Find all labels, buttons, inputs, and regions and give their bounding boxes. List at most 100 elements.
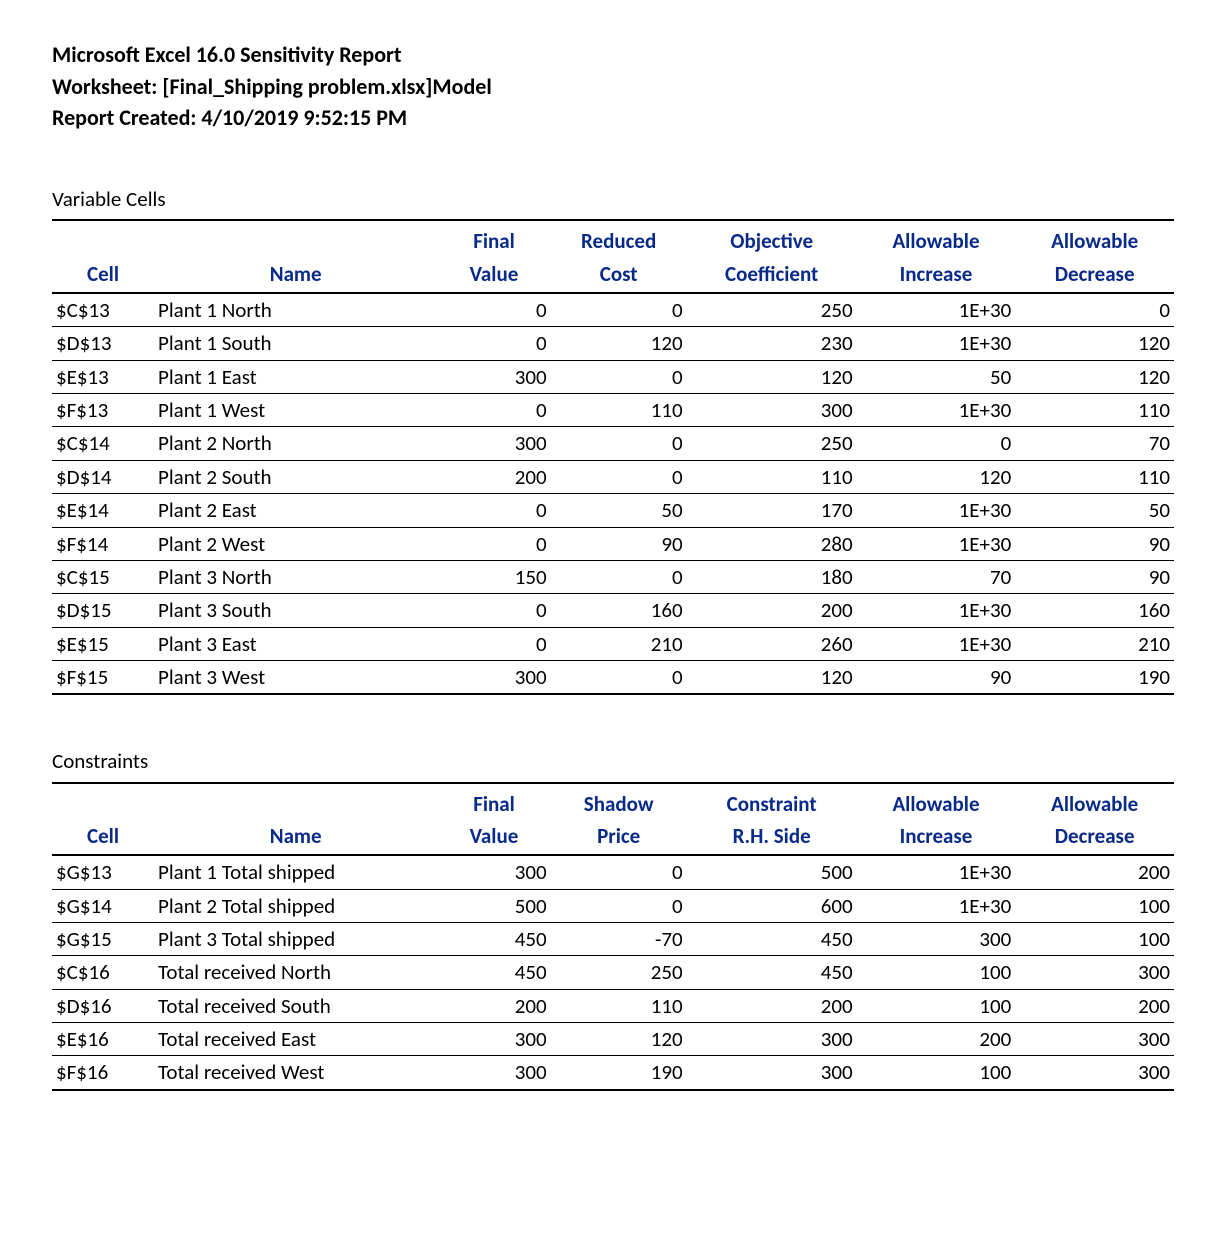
final-value: 500 [437,889,550,922]
name: Plant 3 West [154,660,437,694]
name: Total received East [154,1022,437,1055]
second-value: 120 [551,1022,687,1055]
second-value: 0 [551,460,687,493]
name: Plant 3 East [154,627,437,660]
third-value: 600 [687,889,857,922]
cell: $F$14 [52,527,154,560]
cell: $C$13 [52,293,154,327]
table-row: $E$14Plant 2 East0501701E+3050 [52,494,1174,527]
cell: $F$13 [52,394,154,427]
third-value: 170 [687,494,857,527]
col-header-objective: Objective [687,220,857,257]
constraints-table: Final Shadow Constraint Allowable Allowa… [52,782,1174,1091]
col-header-price: Price [551,820,687,855]
final-value: 450 [437,922,550,955]
section-title-constraints: Constraints [52,747,1174,775]
col-header-cell: Cell [52,258,154,293]
allowable-increase: 50 [857,360,1016,393]
allowable-increase: 1E+30 [857,594,1016,627]
name: Plant 2 Total shipped [154,889,437,922]
final-value: 300 [437,1056,550,1090]
col-header-rhside: R.H. Side [687,820,857,855]
table-row: $C$15Plant 3 North15001807090 [52,560,1174,593]
allowable-increase: 100 [857,1056,1016,1090]
table-row: $C$13Plant 1 North002501E+300 [52,293,1174,327]
table-row: $E$16Total received East300120300200300 [52,1022,1174,1055]
name: Plant 1 West [154,394,437,427]
allowable-increase: 100 [857,956,1016,989]
col-header-cost: Cost [551,258,687,293]
name: Total received South [154,989,437,1022]
final-value: 200 [437,460,550,493]
cell: $E$15 [52,627,154,660]
name: Plant 2 West [154,527,437,560]
allowable-decrease: 300 [1015,1022,1174,1055]
col-header-blank [154,220,437,257]
table-row: $G$15Plant 3 Total shipped450-7045030010… [52,922,1174,955]
allowable-increase: 1E+30 [857,394,1016,427]
cell: $D$16 [52,989,154,1022]
name: Plant 3 Total shipped [154,922,437,955]
third-value: 280 [687,527,857,560]
col-header-allowable-inc: Allowable [857,220,1016,257]
final-value: 0 [437,527,550,560]
cell: $G$15 [52,922,154,955]
table-row: $E$13Plant 1 East300012050120 [52,360,1174,393]
cell: $C$15 [52,560,154,593]
third-value: 200 [687,594,857,627]
table-row: $D$15Plant 3 South01602001E+30160 [52,594,1174,627]
allowable-decrease: 210 [1015,627,1174,660]
col-header-shadow: Shadow [551,783,687,820]
allowable-increase: 1E+30 [857,494,1016,527]
third-value: 180 [687,560,857,593]
name: Total received West [154,1056,437,1090]
allowable-increase: 0 [857,427,1016,460]
final-value: 150 [437,560,550,593]
allowable-decrease: 160 [1015,594,1174,627]
allowable-decrease: 120 [1015,327,1174,360]
second-value: 0 [551,293,687,327]
second-value: 190 [551,1056,687,1090]
final-value: 300 [437,427,550,460]
col-header-name: Name [154,820,437,855]
table-row: $G$14Plant 2 Total shipped50006001E+3010… [52,889,1174,922]
second-value: 120 [551,327,687,360]
second-value: 50 [551,494,687,527]
table-row: $G$13Plant 1 Total shipped30005001E+3020… [52,855,1174,889]
report-created: Report Created: 4/10/2019 9:52:15 PM [52,103,1174,133]
cell: $F$15 [52,660,154,694]
col-header-value: Value [437,820,550,855]
name: Plant 3 North [154,560,437,593]
allowable-decrease: 120 [1015,360,1174,393]
third-value: 250 [687,293,857,327]
second-value: 0 [551,560,687,593]
second-value: 0 [551,889,687,922]
second-value: 0 [551,427,687,460]
cell: $C$14 [52,427,154,460]
third-value: 300 [687,1022,857,1055]
name: Plant 2 East [154,494,437,527]
allowable-decrease: 50 [1015,494,1174,527]
col-header-value: Value [437,258,550,293]
third-value: 450 [687,956,857,989]
allowable-decrease: 190 [1015,660,1174,694]
col-header-coefficient: Coefficient [687,258,857,293]
col-header-name: Name [154,258,437,293]
third-value: 230 [687,327,857,360]
cell: $G$14 [52,889,154,922]
report-header: Microsoft Excel 16.0 Sensitivity Report … [52,40,1174,133]
third-value: 450 [687,922,857,955]
third-value: 250 [687,427,857,460]
col-header-increase: Increase [857,258,1016,293]
allowable-decrease: 90 [1015,527,1174,560]
cell: $D$13 [52,327,154,360]
second-value: -70 [551,922,687,955]
name: Plant 1 Total shipped [154,855,437,889]
name: Plant 1 North [154,293,437,327]
final-value: 450 [437,956,550,989]
allowable-decrease: 200 [1015,855,1174,889]
second-value: 0 [551,660,687,694]
final-value: 0 [437,394,550,427]
cell: $E$16 [52,1022,154,1055]
cell: $D$14 [52,460,154,493]
